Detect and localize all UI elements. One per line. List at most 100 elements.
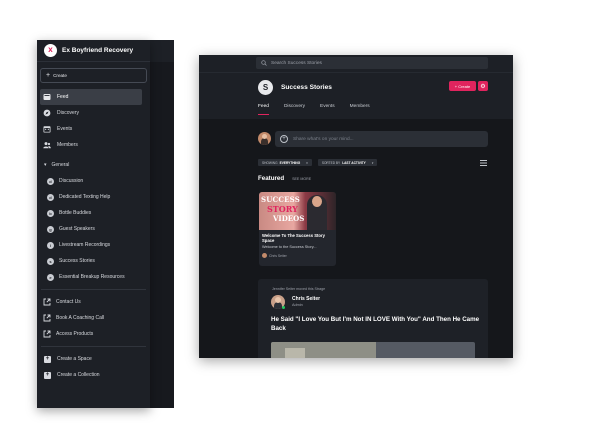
sort-filter-dropdown[interactable]: SORTED BY LAST ACTIVITY ▾ bbox=[317, 159, 378, 166]
add-square-icon: + bbox=[44, 371, 51, 379]
sidebar-item-label: Essential Breakup Resources bbox=[59, 274, 125, 280]
tab-discovery[interactable]: Discovery bbox=[284, 104, 305, 115]
top-bar: Search Success Stories bbox=[199, 55, 513, 72]
sidebar-item-label: Guest Speakers bbox=[59, 226, 95, 232]
avatar bbox=[262, 253, 267, 259]
sidebar-gutter bbox=[150, 62, 174, 408]
search-placeholder: Search Success Stories bbox=[271, 60, 322, 66]
page-title: Success Stories bbox=[281, 84, 332, 91]
sidebar-link-book-coaching-call[interactable]: Book A Coaching Call bbox=[37, 310, 150, 326]
plus-circle-icon: + bbox=[280, 135, 288, 143]
space-letter-icon: d bbox=[47, 177, 54, 185]
featured-post-author: Chris Seiter bbox=[259, 249, 336, 259]
space-letter-icon: b bbox=[47, 209, 54, 217]
image-caption: SUCCESS bbox=[261, 195, 300, 204]
composer-placeholder: Share what's on your mind... bbox=[293, 136, 354, 142]
external-link-icon bbox=[43, 314, 51, 322]
person-face bbox=[312, 196, 322, 207]
caret-down-icon: ▾ bbox=[44, 162, 47, 168]
avatar[interactable] bbox=[258, 132, 271, 145]
community-sidebar: X Ex Boyfriend Recovery + Create Feed Di… bbox=[37, 40, 150, 408]
sidebar-link-label: Contact Us bbox=[56, 299, 81, 305]
featured-title: Featured bbox=[258, 175, 285, 182]
sidebar-item-essential-breakup-resources[interactable]: e Essential Breakup Resources bbox=[37, 269, 150, 285]
sidebar-action-label: Create a Space bbox=[57, 356, 92, 362]
space-letter-icon: s bbox=[47, 257, 54, 265]
sidebar-item-label: Discovery bbox=[57, 110, 79, 116]
community-name: Ex Boyfriend Recovery bbox=[62, 47, 134, 54]
sidebar-link-label: Book A Coaching Call bbox=[56, 315, 105, 321]
sidebar-topbar-extension bbox=[150, 40, 174, 62]
sidebar-item-label: Livestream Recordings bbox=[59, 242, 111, 248]
sidebar-item-bottle-buddies[interactable]: b Bottle Buddies bbox=[37, 205, 150, 221]
external-link-icon bbox=[43, 298, 51, 306]
post-media-image[interactable] bbox=[271, 342, 475, 358]
chevron-down-icon: ▾ bbox=[306, 160, 308, 165]
feed-filters: SHOWING EVERYTHING ▾ SORTED BY LAST ACTI… bbox=[258, 159, 383, 166]
sidebar-divider bbox=[41, 346, 146, 347]
add-square-icon: + bbox=[44, 355, 51, 363]
sidebar-item-label: Bottle Buddies bbox=[59, 210, 92, 216]
sidebar-item-label: Discussion bbox=[59, 178, 84, 184]
create-post-button[interactable]: + Create bbox=[449, 81, 476, 91]
sidebar-link-access-products[interactable]: Access Products bbox=[37, 326, 150, 342]
sidebar-item-livestream-recordings[interactable]: l Livestream Recordings bbox=[37, 237, 150, 253]
tab-members[interactable]: Members bbox=[350, 104, 370, 115]
plus-icon: + bbox=[46, 72, 51, 79]
space-letter-icon: e bbox=[47, 273, 54, 281]
composer-input[interactable]: + Share what's on your mind... bbox=[275, 131, 488, 147]
post-author-name[interactable]: Chris Seiter bbox=[292, 296, 320, 302]
space-letter-icon: d bbox=[47, 193, 54, 201]
create-button[interactable]: + Create bbox=[40, 68, 147, 83]
chevron-down-icon: ▾ bbox=[371, 160, 374, 165]
sidebar-item-label: Success Stories bbox=[59, 258, 95, 264]
space-main-panel: Search Success Stories S Success Stories… bbox=[199, 55, 513, 358]
create-space-button[interactable]: + Create a Space bbox=[37, 351, 150, 367]
sidebar-item-discussion[interactable]: d Discussion bbox=[37, 173, 150, 189]
list-view-icon[interactable] bbox=[480, 160, 487, 166]
space-letter-icon: l bbox=[47, 241, 54, 249]
sidebar-item-label: Feed bbox=[57, 94, 69, 100]
create-label: Create bbox=[53, 73, 67, 78]
calendar-icon bbox=[43, 125, 51, 133]
discovery-icon bbox=[43, 109, 51, 117]
space-settings-button[interactable]: ⚙ bbox=[478, 81, 488, 91]
community-header[interactable]: X Ex Boyfriend Recovery bbox=[37, 40, 150, 62]
media-panel bbox=[285, 348, 305, 358]
see-more-link[interactable]: SEE MORE bbox=[292, 177, 311, 181]
image-caption: STORY bbox=[267, 204, 298, 214]
sidebar-link-contact-us[interactable]: Contact Us bbox=[37, 294, 150, 310]
space-header: S Success Stories + Create ⚙ Feed Discov… bbox=[199, 72, 513, 119]
post-author-role: Admin bbox=[292, 303, 303, 307]
sidebar-action-label: Create a Collection bbox=[57, 372, 100, 378]
sidebar-item-success-stories[interactable]: s Success Stories bbox=[37, 253, 150, 269]
featured-section-header: Featured SEE MORE bbox=[258, 175, 311, 182]
sidebar-item-guest-speakers[interactable]: g Guest Speakers bbox=[37, 221, 150, 237]
sidebar-item-discovery[interactable]: Discovery bbox=[37, 105, 150, 121]
sidebar-item-feed[interactable]: Feed bbox=[40, 89, 142, 105]
sidebar-item-label: Members bbox=[57, 142, 78, 148]
filter-value: EVERYTHING bbox=[279, 160, 301, 165]
section-general[interactable]: ▾ General bbox=[37, 157, 150, 173]
author-name: Chris Seiter bbox=[269, 253, 287, 258]
feed-post[interactable]: Jennifer Seiter moved this Strage Chris … bbox=[258, 279, 488, 358]
sidebar-item-members[interactable]: Members bbox=[37, 137, 150, 153]
featured-post-card[interactable]: SUCCESS STORY VIDEOS Welcome To The Succ… bbox=[259, 192, 336, 266]
search-input[interactable]: Search Success Stories bbox=[256, 57, 488, 69]
feed-icon bbox=[43, 93, 51, 101]
external-link-icon bbox=[43, 330, 51, 338]
post-composer: + Share what's on your mind... bbox=[258, 131, 488, 147]
tab-feed[interactable]: Feed bbox=[258, 104, 269, 115]
sidebar-link-label: Access Products bbox=[56, 331, 94, 337]
space-letter-icon: g bbox=[47, 225, 54, 233]
featured-post-title: Welcome To The Success Story Space bbox=[262, 233, 325, 244]
tab-events[interactable]: Events bbox=[320, 104, 335, 115]
sidebar-item-dedicated-texting-help[interactable]: d Dedicated Texting Help bbox=[37, 189, 150, 205]
sidebar-divider bbox=[41, 289, 146, 290]
showing-filter-dropdown[interactable]: SHOWING EVERYTHING ▾ bbox=[258, 159, 312, 166]
sidebar-item-events[interactable]: Events bbox=[37, 121, 150, 137]
create-collection-button[interactable]: + Create a Collection bbox=[37, 367, 150, 383]
space-tabs: Feed Discovery Events Members bbox=[258, 104, 385, 115]
sidebar-item-label: Events bbox=[57, 126, 73, 132]
post-title[interactable]: He Said "I Love You But I'm Not IN LOVE … bbox=[271, 316, 481, 334]
